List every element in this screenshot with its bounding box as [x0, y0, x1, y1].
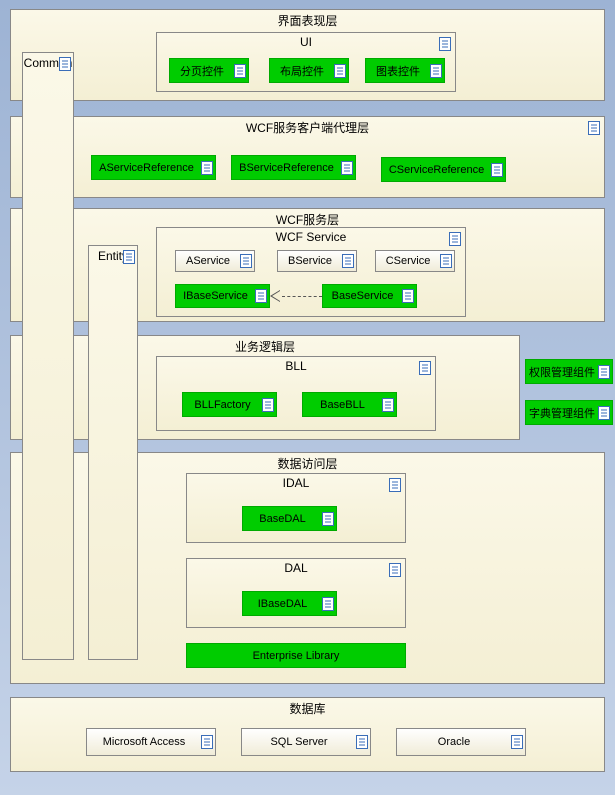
ms-access: Microsoft Access [86, 728, 216, 756]
package-icon [419, 361, 431, 375]
package-icon [255, 289, 267, 303]
ui-title: UI [157, 35, 455, 49]
package-icon [201, 735, 213, 749]
layout-control: 布局控件 [269, 58, 349, 83]
pager-control: 分页控件 [169, 58, 249, 83]
wcf-proxy-title: WCF服务客户端代理层 [11, 119, 604, 136]
package-icon [511, 735, 523, 749]
chart-control: 图表控件 [365, 58, 445, 83]
sql-server: SQL Server [241, 728, 371, 756]
idal-title: IDAL [187, 476, 405, 490]
package-icon [341, 161, 353, 175]
auth-component: 权限管理组件 [525, 359, 613, 384]
bll-package: BLL BLLFactory BaseBLL [156, 356, 436, 431]
dal-inner-title: DAL [187, 561, 405, 575]
package-icon [240, 254, 252, 268]
package-icon [402, 289, 414, 303]
wcf-service-title: WCF服务层 [11, 211, 604, 228]
dict-component: 字典管理组件 [525, 400, 613, 425]
enterprise-library: Enterprise Library [186, 643, 406, 668]
package-icon [201, 161, 213, 175]
b-service: BService [277, 250, 357, 272]
base-dal: BaseDAL [242, 506, 337, 531]
package-icon [440, 254, 452, 268]
a-service-ref: AServiceReference [91, 155, 216, 180]
package-icon [598, 406, 610, 420]
db-title: 数据库 [11, 700, 604, 717]
realization-arrowhead [270, 290, 280, 302]
wcf-service-package: WCF Service AService BService CService I… [156, 227, 466, 317]
package-icon [598, 365, 610, 379]
package-icon [389, 478, 401, 492]
bll-factory: BLLFactory [182, 392, 277, 417]
ibase-dal: IBaseDAL [242, 591, 337, 616]
presentation-layer: 界面表现层 UI 分页控件 布局控件 图表控件 [10, 9, 605, 101]
db-layer: 数据库 Microsoft Access SQL Server Oracle [10, 697, 605, 772]
idal-package: IDAL BaseDAL [186, 473, 406, 543]
a-service: AService [175, 250, 255, 272]
package-icon [356, 735, 368, 749]
entity-package: Entity [88, 245, 138, 660]
ibase-service: IBaseService [175, 284, 270, 308]
package-icon [59, 57, 71, 71]
package-icon [334, 64, 346, 78]
package-icon [262, 398, 274, 412]
package-icon [491, 163, 503, 177]
wcf-service-inner: WCF Service [157, 230, 465, 244]
b-service-ref: BServiceReference [231, 155, 356, 180]
oracle: Oracle [396, 728, 526, 756]
base-bll: BaseBLL [302, 392, 397, 417]
bll-layer: 业务逻辑层 BLL BLLFactory BaseBLL [10, 335, 520, 440]
package-icon [382, 398, 394, 412]
wcf-proxy-layer: WCF服务客户端代理层 AServiceReference BServiceRe… [10, 116, 605, 198]
package-icon [322, 597, 334, 611]
package-icon [439, 37, 451, 51]
package-icon [430, 64, 442, 78]
ui-package: UI 分页控件 布局控件 图表控件 [156, 32, 456, 92]
bll-inner: BLL [157, 359, 435, 373]
base-service: BaseService [322, 284, 417, 308]
package-icon [588, 121, 600, 135]
package-icon [389, 563, 401, 577]
package-icon [342, 254, 354, 268]
c-service: CService [375, 250, 455, 272]
presentation-title: 界面表现层 [11, 12, 604, 29]
package-icon [449, 232, 461, 246]
package-icon [322, 512, 334, 526]
package-icon [123, 250, 135, 264]
package-icon [234, 64, 246, 78]
realization-connector [282, 296, 322, 297]
dal-package: DAL IBaseDAL [186, 558, 406, 628]
common-package: Common [22, 52, 74, 660]
c-service-ref: CServiceReference [381, 157, 506, 182]
